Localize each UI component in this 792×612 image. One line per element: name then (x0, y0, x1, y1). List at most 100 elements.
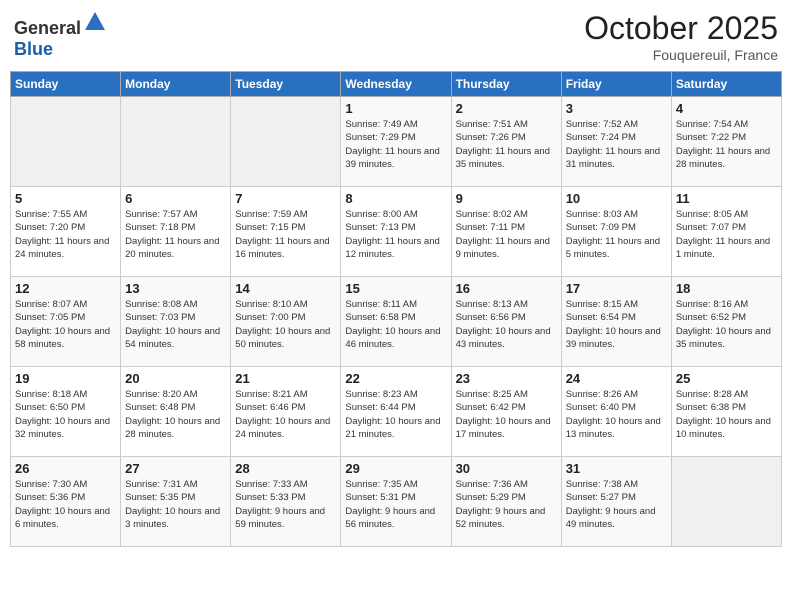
weekday-header: Thursday (451, 72, 561, 97)
day-info: Sunrise: 7:36 AM Sunset: 5:29 PM Dayligh… (456, 478, 557, 531)
calendar-cell (121, 97, 231, 187)
day-info: Sunrise: 7:31 AM Sunset: 5:35 PM Dayligh… (125, 478, 226, 531)
day-info: Sunrise: 7:49 AM Sunset: 7:29 PM Dayligh… (345, 118, 446, 171)
month-title: October 2025 (584, 10, 778, 47)
calendar-cell (231, 97, 341, 187)
day-number: 6 (125, 191, 226, 206)
calendar-cell: 3 Sunrise: 7:52 AM Sunset: 7:24 PM Daylig… (561, 97, 671, 187)
calendar-cell: 18 Sunrise: 8:16 AM Sunset: 6:52 PM Dayli… (671, 277, 781, 367)
day-number: 5 (15, 191, 116, 206)
day-number: 4 (676, 101, 777, 116)
day-info: Sunrise: 8:00 AM Sunset: 7:13 PM Dayligh… (345, 208, 446, 261)
page-header: General Blue October 2025 Fouquereuil, F… (10, 10, 782, 63)
calendar-cell (671, 457, 781, 547)
calendar-cell: 9 Sunrise: 8:02 AM Sunset: 7:11 PM Daylig… (451, 187, 561, 277)
day-info: Sunrise: 8:08 AM Sunset: 7:03 PM Dayligh… (125, 298, 226, 351)
calendar-cell: 25 Sunrise: 8:28 AM Sunset: 6:38 PM Dayli… (671, 367, 781, 457)
day-info: Sunrise: 7:52 AM Sunset: 7:24 PM Dayligh… (566, 118, 667, 171)
calendar-cell: 29Sunrise: 7:35 AM Sunset: 5:31 PM Dayli… (341, 457, 451, 547)
calendar-cell: 5 Sunrise: 7:55 AM Sunset: 7:20 PM Daylig… (11, 187, 121, 277)
day-number: 17 (566, 281, 667, 296)
weekday-header: Sunday (11, 72, 121, 97)
logo-blue: Blue (14, 39, 53, 59)
day-number: 24 (566, 371, 667, 386)
calendar-cell: 17 Sunrise: 8:15 AM Sunset: 6:54 PM Dayli… (561, 277, 671, 367)
day-number: 26 (15, 461, 116, 476)
calendar-cell: 22 Sunrise: 8:23 AM Sunset: 6:44 PM Dayli… (341, 367, 451, 457)
calendar-cell: 30 Sunrise: 7:36 AM Sunset: 5:29 PM Dayli… (451, 457, 561, 547)
calendar-cell: 14 Sunrise: 8:10 AM Sunset: 7:00 PM Dayli… (231, 277, 341, 367)
calendar-week-row: 19 Sunrise: 8:18 AM Sunset: 6:50 PM Dayli… (11, 367, 782, 457)
calendar-cell: 6 Sunrise: 7:57 AM Sunset: 7:18 PM Daylig… (121, 187, 231, 277)
calendar-cell: 15 Sunrise: 8:11 AM Sunset: 6:58 PM Dayli… (341, 277, 451, 367)
day-info: Sunrise: 7:51 AM Sunset: 7:26 PM Dayligh… (456, 118, 557, 171)
day-info: Sunrise: 8:07 AM Sunset: 7:05 PM Dayligh… (15, 298, 116, 351)
calendar-table: SundayMondayTuesdayWednesdayThursdayFrid… (10, 71, 782, 547)
calendar-cell: 21 Sunrise: 8:21 AM Sunset: 6:46 PM Dayli… (231, 367, 341, 457)
calendar-cell: 1Sunrise: 7:49 AM Sunset: 7:29 PM Daylig… (341, 97, 451, 187)
day-info: Sunrise: 8:21 AM Sunset: 6:46 PM Dayligh… (235, 388, 336, 441)
day-info: Sunrise: 7:59 AM Sunset: 7:15 PM Dayligh… (235, 208, 336, 261)
day-number: 27 (125, 461, 226, 476)
calendar-week-row: 26Sunrise: 7:30 AM Sunset: 5:36 PM Dayli… (11, 457, 782, 547)
weekday-header: Wednesday (341, 72, 451, 97)
day-info: Sunrise: 8:03 AM Sunset: 7:09 PM Dayligh… (566, 208, 667, 261)
weekday-header: Tuesday (231, 72, 341, 97)
calendar-week-row: 5 Sunrise: 7:55 AM Sunset: 7:20 PM Daylig… (11, 187, 782, 277)
weekday-header-row: SundayMondayTuesdayWednesdayThursdayFrid… (11, 72, 782, 97)
calendar-cell: 24 Sunrise: 8:26 AM Sunset: 6:40 PM Dayli… (561, 367, 671, 457)
logo-icon (83, 10, 107, 34)
day-info: Sunrise: 8:26 AM Sunset: 6:40 PM Dayligh… (566, 388, 667, 441)
calendar-week-row: 1Sunrise: 7:49 AM Sunset: 7:29 PM Daylig… (11, 97, 782, 187)
day-info: Sunrise: 7:33 AM Sunset: 5:33 PM Dayligh… (235, 478, 336, 531)
calendar-cell: 7 Sunrise: 7:59 AM Sunset: 7:15 PM Daylig… (231, 187, 341, 277)
day-number: 23 (456, 371, 557, 386)
day-number: 13 (125, 281, 226, 296)
day-number: 22 (345, 371, 446, 386)
calendar-week-row: 12 Sunrise: 8:07 AM Sunset: 7:05 PM Dayli… (11, 277, 782, 367)
day-info: Sunrise: 8:02 AM Sunset: 7:11 PM Dayligh… (456, 208, 557, 261)
day-info: Sunrise: 8:18 AM Sunset: 6:50 PM Dayligh… (15, 388, 116, 441)
day-info: Sunrise: 8:28 AM Sunset: 6:38 PM Dayligh… (676, 388, 777, 441)
day-info: Sunrise: 8:13 AM Sunset: 6:56 PM Dayligh… (456, 298, 557, 351)
weekday-header: Friday (561, 72, 671, 97)
day-info: Sunrise: 8:15 AM Sunset: 6:54 PM Dayligh… (566, 298, 667, 351)
day-number: 9 (456, 191, 557, 206)
day-info: Sunrise: 7:54 AM Sunset: 7:22 PM Dayligh… (676, 118, 777, 171)
day-number: 30 (456, 461, 557, 476)
day-info: Sunrise: 8:20 AM Sunset: 6:48 PM Dayligh… (125, 388, 226, 441)
day-number: 7 (235, 191, 336, 206)
day-number: 16 (456, 281, 557, 296)
day-number: 12 (15, 281, 116, 296)
weekday-header: Monday (121, 72, 231, 97)
calendar-cell: 19 Sunrise: 8:18 AM Sunset: 6:50 PM Dayli… (11, 367, 121, 457)
day-number: 18 (676, 281, 777, 296)
day-number: 14 (235, 281, 336, 296)
day-number: 3 (566, 101, 667, 116)
day-number: 28 (235, 461, 336, 476)
day-info: Sunrise: 7:35 AM Sunset: 5:31 PM Dayligh… (345, 478, 446, 531)
calendar-cell: 13 Sunrise: 8:08 AM Sunset: 7:03 PM Dayli… (121, 277, 231, 367)
calendar-cell: 20 Sunrise: 8:20 AM Sunset: 6:48 PM Dayli… (121, 367, 231, 457)
day-info: Sunrise: 8:23 AM Sunset: 6:44 PM Dayligh… (345, 388, 446, 441)
day-number: 11 (676, 191, 777, 206)
day-number: 20 (125, 371, 226, 386)
day-number: 19 (15, 371, 116, 386)
day-info: Sunrise: 8:05 AM Sunset: 7:07 PM Dayligh… (676, 208, 777, 261)
day-number: 21 (235, 371, 336, 386)
location: Fouquereuil, France (584, 47, 778, 63)
calendar-cell: 10Sunrise: 8:03 AM Sunset: 7:09 PM Dayli… (561, 187, 671, 277)
weekday-header: Saturday (671, 72, 781, 97)
day-info: Sunrise: 8:10 AM Sunset: 7:00 PM Dayligh… (235, 298, 336, 351)
day-info: Sunrise: 7:55 AM Sunset: 7:20 PM Dayligh… (15, 208, 116, 261)
day-info: Sunrise: 8:11 AM Sunset: 6:58 PM Dayligh… (345, 298, 446, 351)
day-info: Sunrise: 7:57 AM Sunset: 7:18 PM Dayligh… (125, 208, 226, 261)
calendar-cell: 4 Sunrise: 7:54 AM Sunset: 7:22 PM Daylig… (671, 97, 781, 187)
day-info: Sunrise: 8:16 AM Sunset: 6:52 PM Dayligh… (676, 298, 777, 351)
day-number: 25 (676, 371, 777, 386)
day-info: Sunrise: 8:25 AM Sunset: 6:42 PM Dayligh… (456, 388, 557, 441)
day-info: Sunrise: 7:38 AM Sunset: 5:27 PM Dayligh… (566, 478, 667, 531)
day-number: 15 (345, 281, 446, 296)
calendar-cell: 26Sunrise: 7:30 AM Sunset: 5:36 PM Dayli… (11, 457, 121, 547)
calendar-cell: 11 Sunrise: 8:05 AM Sunset: 7:07 PM Dayli… (671, 187, 781, 277)
